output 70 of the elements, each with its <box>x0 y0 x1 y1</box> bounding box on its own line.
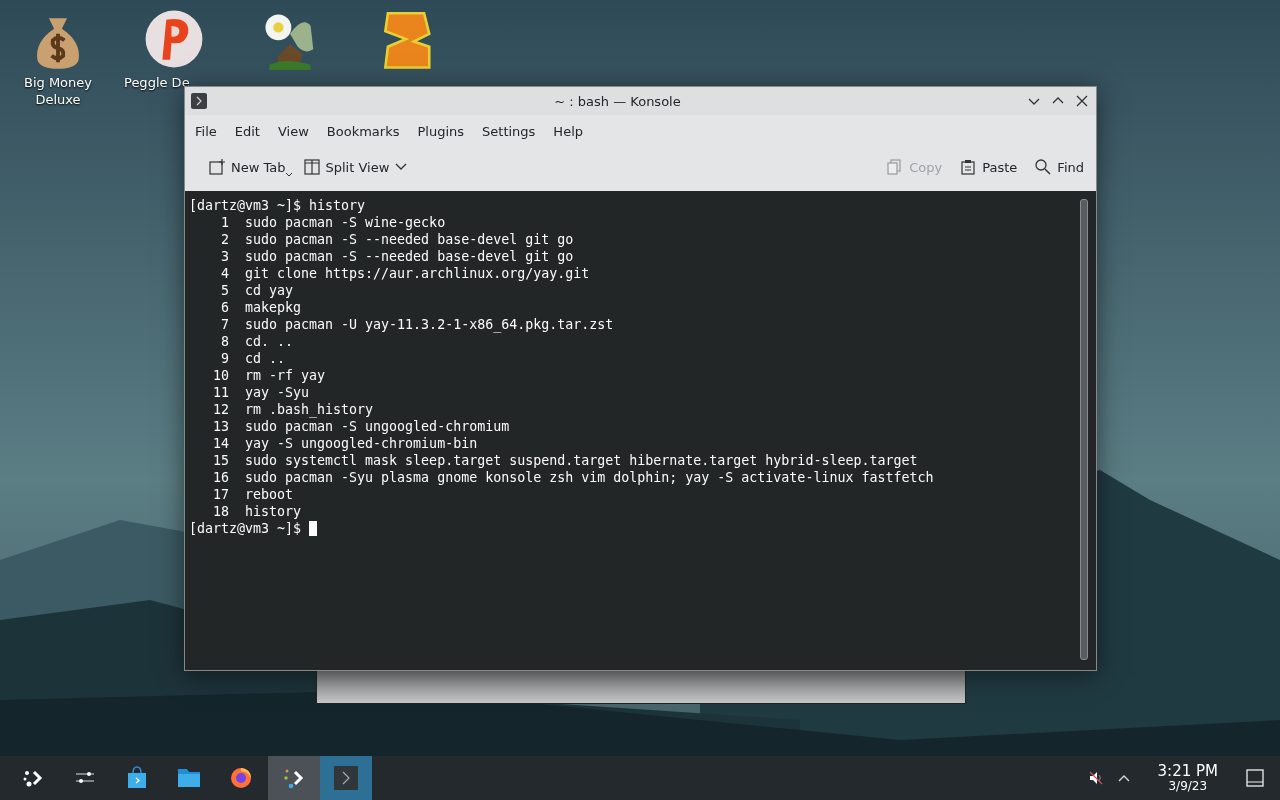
command-text: sudo pacman -U yay-11.3.2-1-x86_64.pkg.tar.zst <box>245 316 614 333</box>
command-text: sudo pacman -S --needed base-devel git go <box>245 248 574 265</box>
line-number: 18 <box>212 503 229 520</box>
toolbar-button[interactable]: Paste <box>952 155 1026 179</box>
menu-item[interactable]: Bookmarks <box>320 123 408 139</box>
menu-item[interactable]: Help <box>547 123 591 139</box>
command-text: history <box>245 503 302 520</box>
line-number: 3 <box>220 248 229 265</box>
command-text: reboot <box>245 486 294 503</box>
menu-item[interactable]: File <box>189 123 225 139</box>
toolbar-button[interactable]: Split View <box>295 155 416 179</box>
command-text: cd yay <box>245 282 294 299</box>
command-text: history <box>309 197 366 214</box>
line-number: 1 <box>220 214 229 231</box>
letter-ball-icon[interactable] <box>143 8 205 70</box>
clipboard-icon <box>960 159 977 175</box>
terminal-icon <box>191 93 207 109</box>
line-number: 8 <box>220 333 229 350</box>
command-text: makepkg <box>245 299 302 316</box>
window-title: ~ : bash — Konsole <box>553 93 682 109</box>
line-number: 13 <box>212 418 229 435</box>
command-text: yay -Syu <box>245 384 310 401</box>
copy-icon <box>887 159 904 175</box>
line-number: 12 <box>212 401 229 418</box>
line-number: 17 <box>212 486 229 503</box>
menu-item[interactable]: Settings <box>476 123 544 139</box>
toolbar-button[interactable]: Find <box>1027 155 1092 179</box>
command-text: git clone https://aur.archlinux.org/yay.git <box>245 265 590 282</box>
split-view-icon <box>303 159 320 175</box>
line-number: 16 <box>212 469 229 486</box>
command-text: rm .bash_history <box>245 401 374 418</box>
line-number: 7 <box>220 316 229 333</box>
line-number: 10 <box>212 367 229 384</box>
menu-item[interactable]: View <box>271 123 317 139</box>
shell-prompt: [dartz@vm3 ~]$ <box>189 520 302 537</box>
command-text: cd. .. <box>245 333 294 350</box>
menu-item[interactable]: Edit <box>228 123 268 139</box>
command-text: sudo pacman -S --needed base-devel git go <box>245 231 574 248</box>
toolbar-button[interactable]: New Tab <box>201 155 294 179</box>
command-text: sudo pacman -Syu plasma gnome konsole zsh vim dolphin; yay -S activate-linux fastfetch <box>245 469 934 486</box>
menu-item[interactable]: Plugins <box>411 123 473 139</box>
command-text: sudo systemctl mask sleep.target suspend.target hibernate.target hybrid-sleep.target <box>245 452 918 469</box>
desktop-icon-label[interactable]: Big Money Deluxe <box>10 74 106 108</box>
clock-time[interactable]: 3:21 PM <box>1157 763 1218 780</box>
close-icon[interactable] <box>1076 95 1088 107</box>
muted-speaker-icon[interactable] <box>1087 770 1104 786</box>
new-tab-icon <box>209 159 225 175</box>
caret-icon <box>285 173 292 177</box>
line-number: 14 <box>212 435 229 452</box>
shell-prompt: [dartz@vm3 ~]$ <box>189 197 302 214</box>
command-text: sudo pacman -S ungoogled-chromium <box>245 418 510 435</box>
line-number: 5 <box>220 282 229 299</box>
line-number: 9 <box>220 350 229 367</box>
scrollbar[interactable] <box>1080 199 1088 660</box>
caret-icon[interactable] <box>1117 774 1130 782</box>
terminal-icon <box>333 765 359 791</box>
clock-date[interactable]: 3/9/23 <box>1168 780 1208 793</box>
search-icon <box>1035 159 1052 175</box>
line-number: 6 <box>220 299 229 316</box>
command-text: sudo pacman -S wine-gecko <box>245 214 446 231</box>
command-text: yay -S ungoogled-chromium-bin <box>245 435 478 452</box>
command-text: cd .. <box>245 350 286 367</box>
command-text: rm -rf yay <box>245 367 326 384</box>
line-number: 2 <box>220 231 229 248</box>
text-cursor <box>309 521 318 536</box>
line-number: 15 <box>212 452 229 469</box>
caret-icon <box>395 163 408 171</box>
show-desktop-icon[interactable] <box>1246 769 1264 787</box>
line-number: 11 <box>212 384 229 401</box>
line-number: 4 <box>220 265 229 282</box>
